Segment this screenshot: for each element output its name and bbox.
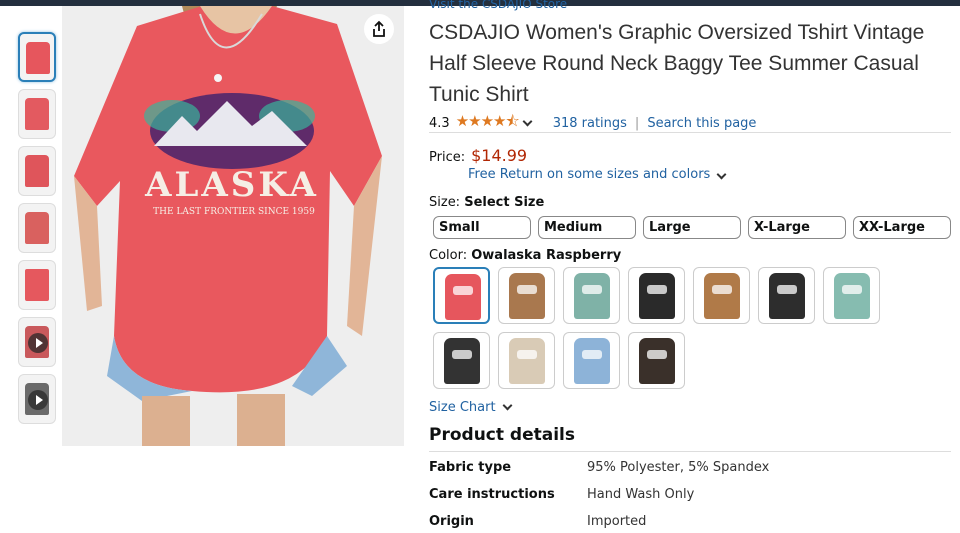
color-swatch-6[interactable] bbox=[758, 267, 815, 324]
thumbnail-2[interactable] bbox=[18, 89, 56, 139]
price-value: $14.99 bbox=[471, 146, 528, 165]
detail-key: Origin bbox=[429, 514, 474, 529]
thumbnail-video-2[interactable] bbox=[18, 374, 56, 424]
chevron-down-icon[interactable] bbox=[522, 116, 533, 127]
swatch-image bbox=[509, 338, 545, 384]
size-selected: Select Size bbox=[464, 195, 545, 210]
color-swatch-3[interactable] bbox=[563, 267, 620, 324]
size-chart-text: Size Chart bbox=[429, 400, 496, 415]
size-option-large[interactable]: Large bbox=[643, 216, 741, 239]
size-chart-link[interactable]: Size Chart bbox=[429, 400, 512, 415]
detail-value: Hand Wash Only bbox=[587, 487, 695, 502]
size-option-medium[interactable]: Medium bbox=[538, 216, 636, 239]
product-details-title: Product details bbox=[429, 425, 575, 445]
product-title: CSDAJIO Women's Graphic Oversized Tshirt… bbox=[429, 21, 925, 106]
swatch-image bbox=[639, 273, 675, 319]
thumbnail-4[interactable] bbox=[18, 203, 56, 253]
color-swatches bbox=[433, 267, 893, 389]
swatch-image bbox=[444, 338, 480, 384]
detail-row: Fabric type 95% Polyester, 5% Spandex bbox=[429, 460, 769, 487]
free-return-link[interactable]: Free Return on some sizes and colors bbox=[468, 167, 727, 182]
color-swatch-9[interactable] bbox=[498, 332, 555, 389]
thumbnail-video-1[interactable] bbox=[18, 317, 56, 367]
color-selected: Owalaska Raspberry bbox=[471, 248, 622, 263]
swatch-image bbox=[769, 273, 805, 319]
play-icon bbox=[28, 390, 48, 410]
swatch-image bbox=[704, 273, 740, 319]
price-label: Price: bbox=[429, 150, 466, 165]
color-label: Color: Owalaska Raspberry bbox=[429, 248, 621, 263]
detail-key: Fabric type bbox=[429, 460, 512, 475]
chevron-down-icon bbox=[716, 169, 727, 180]
swatch-image bbox=[834, 273, 870, 319]
detail-row: Care instructions Hand Wash Only bbox=[429, 487, 769, 514]
detail-value: Imported bbox=[587, 514, 647, 529]
graphic-text-subtitle: THE LAST FRONTIER SINCE 1959 bbox=[153, 207, 315, 217]
color-swatch-11[interactable] bbox=[628, 332, 685, 389]
color-swatch-7[interactable] bbox=[823, 267, 880, 324]
color-swatch-10[interactable] bbox=[563, 332, 620, 389]
price-row: Price: $14.99 bbox=[429, 146, 527, 165]
color-swatch-8[interactable] bbox=[433, 332, 490, 389]
size-option-x-large[interactable]: X-Large bbox=[748, 216, 846, 239]
color-swatch-4[interactable] bbox=[628, 267, 685, 324]
product-details-table: Fabric type 95% Polyester, 5% Spandex Ca… bbox=[429, 460, 769, 533]
product-main-image[interactable]: ALASKA THE LAST FRONTIER SINCE 1959 bbox=[62, 6, 404, 446]
detail-value: 95% Polyester, 5% Spandex bbox=[587, 460, 770, 475]
detail-row: Origin Imported bbox=[429, 514, 769, 533]
color-label-text: Color: bbox=[429, 248, 468, 263]
size-option-small[interactable]: Small bbox=[433, 216, 531, 239]
product-photo: ALASKA THE LAST FRONTIER SINCE 1959 bbox=[62, 6, 404, 446]
size-options: Small Medium Large X-Large XX-Large bbox=[433, 216, 951, 239]
chevron-down-icon bbox=[502, 400, 512, 411]
swatch-image bbox=[445, 274, 481, 320]
search-page-link[interactable]: Search this page bbox=[647, 116, 756, 131]
swatch-image bbox=[574, 273, 610, 319]
thumbnail-1[interactable] bbox=[18, 32, 56, 82]
thumbnail-3[interactable] bbox=[18, 146, 56, 196]
color-swatch-5[interactable] bbox=[693, 267, 750, 324]
detail-key: Care instructions bbox=[429, 487, 555, 502]
swatch-image bbox=[639, 338, 675, 384]
rating-value: 4.3 bbox=[429, 116, 450, 131]
size-option-xx-large[interactable]: XX-Large bbox=[853, 216, 951, 239]
rating-separator: | bbox=[634, 116, 640, 131]
share-icon bbox=[373, 20, 385, 37]
thumbnail-5[interactable] bbox=[18, 260, 56, 310]
store-link[interactable]: Visit the CSDAJIO Store bbox=[429, 0, 567, 11]
share-button[interactable] bbox=[364, 14, 394, 44]
swatch-image bbox=[509, 273, 545, 319]
graphic-text-alaska: ALASKA bbox=[144, 165, 319, 205]
ratings-count-link[interactable]: 318 ratings bbox=[553, 116, 627, 131]
color-swatch-1[interactable] bbox=[433, 267, 490, 324]
thumbnail-strip bbox=[18, 32, 60, 431]
swatch-image bbox=[574, 338, 610, 384]
divider bbox=[429, 132, 951, 133]
play-icon bbox=[28, 333, 48, 353]
free-return-text: Free Return on some sizes and colors bbox=[468, 167, 711, 182]
size-label: Size: Select Size bbox=[429, 195, 544, 210]
size-label-text: Size: bbox=[429, 195, 461, 210]
divider bbox=[429, 451, 951, 452]
color-swatch-2[interactable] bbox=[498, 267, 555, 324]
